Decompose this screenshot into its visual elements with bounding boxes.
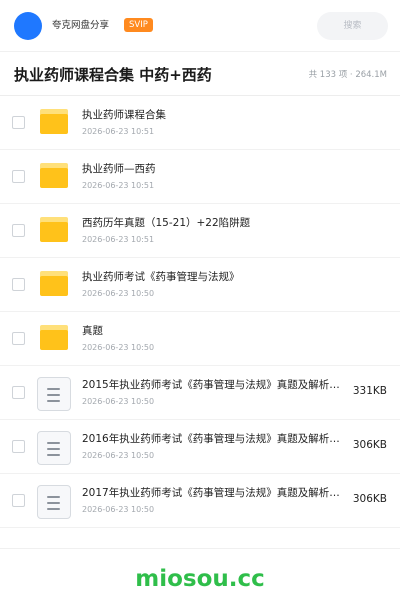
list-item[interactable]: 2015年执业药师考试《药事管理与法规》真题及解析… 2026-06-23 10… — [0, 366, 400, 420]
select-checkbox[interactable] — [12, 332, 25, 345]
item-date: 2026-06-23 10:51 — [82, 181, 155, 190]
document-icon — [37, 431, 71, 465]
folder-icon — [40, 163, 68, 188]
document-icon — [37, 485, 71, 519]
svip-badge: SVIP — [124, 18, 153, 32]
footer: miosou.cc — [0, 548, 400, 600]
document-icon — [37, 377, 71, 411]
item-date: 2026-06-23 10:50 — [82, 397, 155, 406]
page-title: 执业药师课程合集 中药+西药 — [14, 66, 212, 84]
item-size: 306KB — [352, 439, 387, 451]
item-name: 2017年执业药师考试《药事管理与法规》真题及解析… — [82, 487, 340, 499]
title-bar: 执业药师课程合集 中药+西药 共 133 项 · 264.1M — [0, 52, 400, 96]
item-date: 2026-06-23 10:50 — [82, 505, 155, 514]
list-item[interactable]: 2017年执业药师考试《药事管理与法规》真题及解析… 2026-06-23 10… — [0, 474, 400, 528]
top-bar: 夸克网盘分享 SVIP 搜索 — [0, 0, 400, 52]
username: 夸克网盘分享 — [52, 20, 110, 31]
select-checkbox[interactable] — [12, 440, 25, 453]
select-checkbox[interactable] — [12, 278, 25, 291]
select-checkbox[interactable] — [12, 116, 25, 129]
item-name: 执业药师考试《药事管理与法规》 — [82, 271, 240, 283]
item-name: 2015年执业药师考试《药事管理与法规》真题及解析… — [82, 379, 340, 391]
select-checkbox[interactable] — [12, 386, 25, 399]
item-date: 2026-06-23 10:51 — [82, 235, 155, 244]
item-size: 306KB — [352, 493, 387, 505]
item-name: 执业药师课程合集 — [82, 109, 166, 121]
select-checkbox[interactable] — [12, 494, 25, 507]
list-item[interactable]: 执业药师—西药 2026-06-23 10:51 — [0, 150, 400, 204]
item-size: 331KB — [352, 385, 387, 397]
select-checkbox[interactable] — [12, 224, 25, 237]
item-name: 西药历年真题（15-21）+22陷阱题 — [82, 217, 251, 229]
item-date: 2026-06-23 10:50 — [82, 343, 155, 352]
item-date: 2026-06-23 10:50 — [82, 289, 155, 298]
avatar[interactable] — [14, 12, 42, 40]
folder-icon — [40, 325, 68, 350]
folder-icon — [40, 217, 68, 242]
folder-icon — [40, 271, 68, 296]
file-list: 执业药师课程合集 2026-06-23 10:51 执业药师—西药 2026-0… — [0, 96, 400, 528]
list-item[interactable]: 2016年执业药师考试《药事管理与法规》真题及解析… 2026-06-23 10… — [0, 420, 400, 474]
folder-icon — [40, 109, 68, 134]
item-date: 2026-06-23 10:50 — [82, 451, 155, 460]
list-item[interactable]: 真题 2026-06-23 10:50 — [0, 312, 400, 366]
search-button[interactable]: 搜索 — [317, 12, 388, 40]
list-item[interactable]: 执业药师考试《药事管理与法规》 2026-06-23 10:50 — [0, 258, 400, 312]
list-item[interactable]: 西药历年真题（15-21）+22陷阱题 2026-06-23 10:51 — [0, 204, 400, 258]
item-name: 真题 — [82, 325, 103, 337]
item-name: 2016年执业药师考试《药事管理与法规》真题及解析… — [82, 433, 340, 445]
item-name: 执业药师—西药 — [82, 163, 156, 175]
list-item[interactable]: 执业药师课程合集 2026-06-23 10:51 — [0, 96, 400, 150]
select-checkbox[interactable] — [12, 170, 25, 183]
watermark-text: miosou.cc — [135, 566, 265, 592]
item-date: 2026-06-23 10:51 — [82, 127, 155, 136]
item-count: 共 133 项 · 264.1M — [308, 70, 387, 80]
